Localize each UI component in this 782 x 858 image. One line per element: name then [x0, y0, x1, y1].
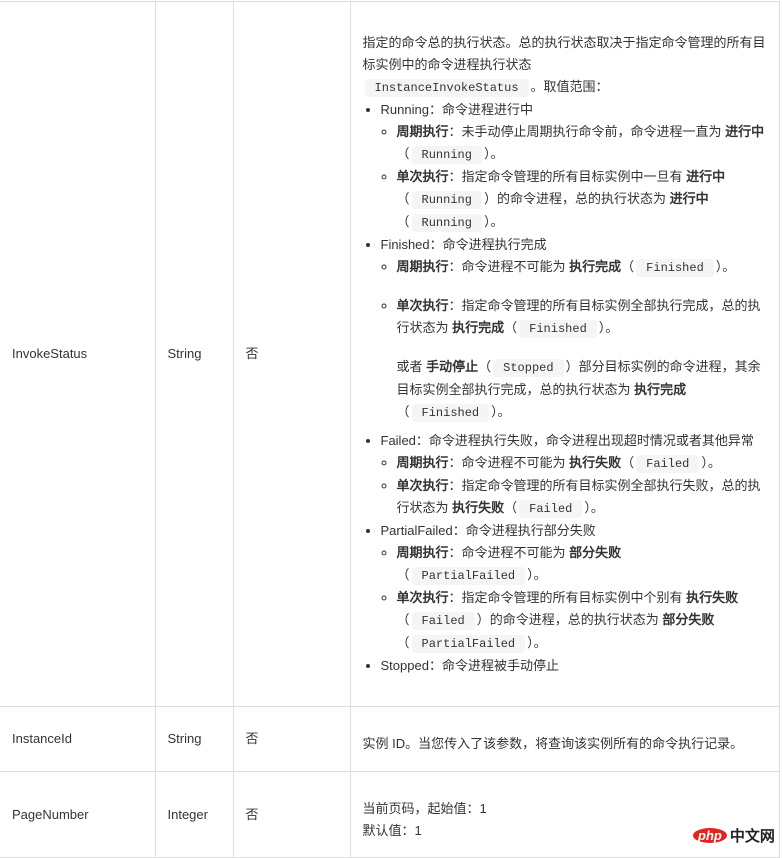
php-logo-icon: php — [693, 828, 727, 843]
inline-code: Finished — [519, 319, 597, 338]
list-item: 周期执行：命令进程不可能为 执行完成（Finished）。 — [397, 256, 767, 279]
list-item-finished: Finished：命令进程执行完成 周期执行：命令进程不可能为 执行完成（Fin… — [381, 234, 767, 424]
parameters-table: InvokeStatus String 否 指定的命令总的执行状态。总的执行状态… — [0, 1, 780, 858]
param-name: InstanceId — [0, 706, 156, 772]
inline-code: PartialFailed — [411, 634, 526, 653]
list-item: 周期执行：命令进程不可能为 部分失败（PartialFailed）。 — [397, 542, 767, 587]
list-item: 单次执行：指定命令管理的所有目标实例中个别有 执行失败（Failed）的命令进程… — [397, 587, 767, 655]
param-required: 否 — [232, 706, 351, 772]
table-row: InvokeStatus String 否 指定的命令总的执行状态。总的执行状态… — [0, 1, 780, 707]
inline-code: Finished — [411, 403, 490, 422]
list-item: 周期执行：未手动停止周期执行命令前，命令进程一直为 进行中（Running）。 — [397, 121, 767, 166]
list-item-partialfailed: PartialFailed：命令进程执行部分失败 周期执行：命令进程不可能为 部… — [381, 520, 767, 655]
list-item: 单次执行：指定命令管理的所有目标实例全部执行完成，总的执行状态为 执行完成（Fi… — [397, 295, 767, 424]
list-item: 单次执行：指定命令管理的所有目标实例中一旦有 进行中（Running）的命令进程… — [397, 166, 767, 234]
list-item-failed: Failed：命令进程执行失败，命令进程出现超时情况或者其他异常 周期执行：命令… — [381, 430, 767, 520]
sub-list: 周期执行：命令进程不可能为 执行完成（Finished）。 单次执行：指定命令管… — [381, 256, 767, 424]
sub-list: 周期执行：命令进程不可能为 执行失败（Failed）。 单次执行：指定命令管理的… — [381, 452, 767, 520]
param-description: 指定的命令总的执行状态。总的执行状态取决于指定命令管理的所有目标实例中的命令进程… — [349, 1, 780, 707]
param-description: 实例 ID。当您传入了该参数，将查询该实例所有的命令执行记录。 — [349, 706, 780, 772]
inline-code: PartialFailed — [411, 566, 526, 585]
watermark-text: 中文网 — [729, 828, 775, 845]
param-type: String — [154, 706, 234, 772]
watermark-logo: php 中文网 — [693, 825, 775, 846]
value-list: Running：命令进程进行中 周期执行：未手动停止周期执行命令前，命令进程一直… — [363, 99, 767, 677]
param-name: PageNumber — [0, 771, 156, 858]
table-row: InstanceId String 否 实例 ID。当您传入了该参数，将查询该实… — [0, 706, 780, 772]
param-name: InvokeStatus — [0, 1, 156, 707]
sub-list: 周期执行：命令进程不可能为 部分失败（PartialFailed）。 单次执行：… — [381, 542, 767, 655]
inline-code: Running — [411, 190, 482, 209]
inline-code: Failed — [636, 454, 700, 473]
list-item-stopped: Stopped：命令进程被手动停止 — [381, 655, 767, 677]
table-row: PageNumber Integer 否 当前页码，起始值：1 默认值：1 — [0, 771, 780, 858]
inline-code: Finished — [636, 258, 714, 277]
sub-list: 周期执行：未手动停止周期执行命令前，命令进程一直为 进行中（Running）。 … — [381, 121, 767, 234]
inline-code: Stopped — [493, 358, 564, 377]
inline-code: Failed — [411, 611, 475, 630]
param-type: String — [154, 1, 234, 707]
list-item-running: Running：命令进程进行中 周期执行：未手动停止周期执行命令前，命令进程一直… — [381, 99, 767, 234]
inline-code: Running — [411, 213, 482, 232]
param-required: 否 — [232, 1, 351, 707]
list-item: 单次执行：指定命令管理的所有目标实例全部执行失败，总的执行状态为 执行失败（Fa… — [397, 475, 767, 520]
description-intro: 指定的命令总的执行状态。总的执行状态取决于指定命令管理的所有目标实例中的命令进程… — [362, 34, 766, 97]
list-item: 周期执行：命令进程不可能为 执行失败（Failed）。 — [397, 452, 767, 475]
inline-code: Failed — [519, 499, 583, 518]
inline-code: InstanceInvokeStatus — [364, 78, 529, 97]
param-type: Integer — [154, 771, 234, 858]
inline-code: Running — [411, 145, 482, 164]
param-required: 否 — [232, 771, 351, 858]
